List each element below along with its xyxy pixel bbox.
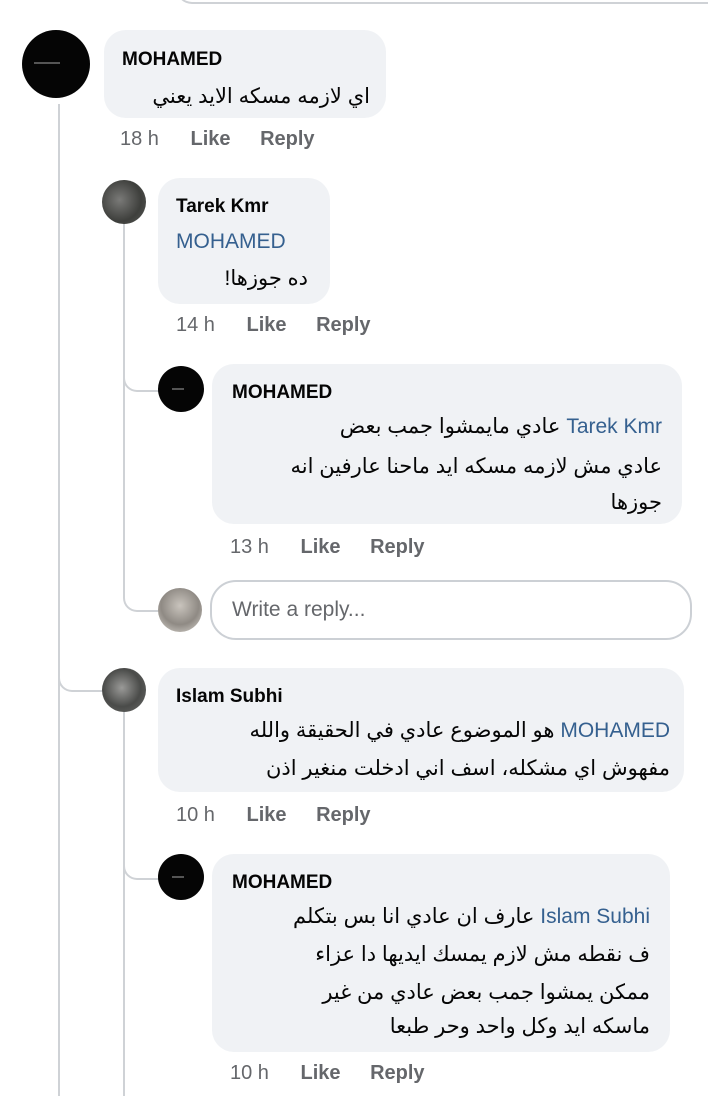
comment-text-line: Islam Subhi عارف ان عادي انا بس بتكلم [293, 905, 650, 928]
comment-author[interactable]: MOHAMED [122, 49, 222, 71]
avatar[interactable] [22, 30, 90, 98]
thread-line-islam [123, 712, 125, 1096]
avatar[interactable] [102, 180, 146, 224]
avatar[interactable] [102, 668, 146, 712]
thread-curve-reply-box [123, 578, 159, 612]
reply-input[interactable] [212, 582, 690, 638]
comment-time: 14 h [176, 314, 215, 336]
comment-author[interactable]: Islam Subhi [176, 686, 283, 708]
comment-actions: 10 h Like Reply [230, 1062, 425, 1085]
comment-time: 13 h [230, 536, 269, 558]
user-avatar [158, 588, 202, 632]
like-button[interactable]: Like [301, 536, 341, 559]
reply-input-box[interactable] [210, 580, 692, 640]
comment-actions: 14 h Like Reply [176, 314, 371, 337]
thread-line-main [58, 104, 60, 1096]
like-button[interactable]: Like [247, 314, 287, 337]
comment-time: 10 h [176, 804, 215, 826]
previous-thread-curve [176, 0, 708, 4]
comment-time: 18 h [120, 128, 159, 150]
thread-curve-tarek [58, 170, 102, 202]
comment-text-line: جوزها [610, 491, 662, 514]
comment-author[interactable]: Tarek Kmr [176, 196, 269, 218]
comment-mention[interactable]: Islam Subhi [540, 905, 650, 928]
comment-text-line: MOHAMED هو الموضوع عادي في الحقيقة والله [249, 719, 670, 742]
comment-actions: 10 h Like Reply [176, 804, 371, 827]
comment-text: ده جوزها! [224, 267, 308, 290]
comment-text-line: ممكن يمشوا جمب بعض عادي من غير [322, 981, 650, 1004]
reply-button[interactable]: Reply [260, 128, 314, 151]
comment-mention[interactable]: Tarek Kmr [566, 415, 662, 438]
reply-button[interactable]: Reply [370, 536, 424, 559]
comment-author[interactable]: MOHAMED [232, 872, 332, 894]
comment-text-line: Tarek Kmr عادي مايمشوا جمب بعض [339, 415, 662, 438]
reply-button[interactable]: Reply [316, 314, 370, 337]
avatar[interactable] [158, 366, 204, 412]
comment-actions: 18 h Like Reply [120, 128, 315, 151]
comment-time: 10 h [230, 1062, 269, 1084]
reply-button[interactable]: Reply [316, 804, 370, 827]
comment-mention[interactable]: MOHAMED [176, 230, 286, 254]
comment-author[interactable]: MOHAMED [232, 382, 332, 404]
comment-text-line: ماسكه ايد وكل واحد وحر طبعا [389, 1015, 650, 1038]
comment-actions: 13 h Like Reply [230, 536, 425, 559]
reply-button[interactable]: Reply [370, 1062, 424, 1085]
comment-text-line: ف نقطه مش لازم يمسك ايديها دا عزاء [315, 943, 650, 966]
like-button[interactable]: Like [191, 128, 231, 151]
thread-curve-islam [58, 660, 104, 692]
like-button[interactable]: Like [301, 1062, 341, 1085]
thread-curve-mohamed-2 [123, 362, 161, 392]
like-button[interactable]: Like [247, 804, 287, 827]
comment-mention[interactable]: MOHAMED [560, 719, 670, 742]
thread-curve-mohamed-4 [123, 850, 161, 880]
comment-text: اي لازمه مسكه الايد يعني [152, 85, 370, 108]
avatar[interactable] [158, 854, 204, 900]
comment-text-line: مفهوش اي مشكله، اسف اني ادخلت منغير اذن [265, 757, 670, 780]
comment-text-line: عادي مش لازمه مسكه ايد ماحنا عارفين انه [290, 455, 662, 478]
thread-line-tarek [123, 222, 125, 590]
